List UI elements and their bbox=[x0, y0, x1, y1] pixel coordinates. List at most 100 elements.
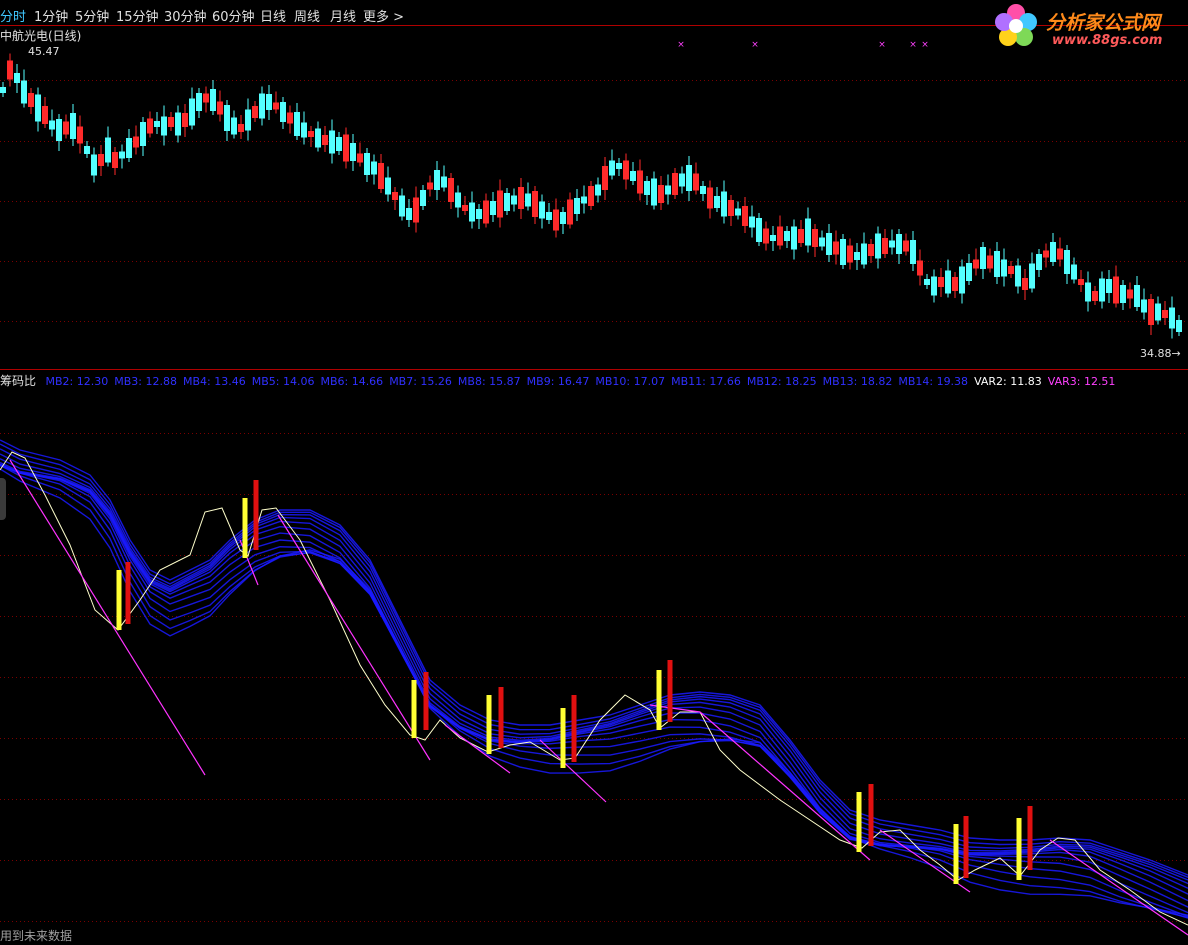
candle-body bbox=[427, 182, 433, 190]
candle-body bbox=[1113, 276, 1119, 304]
candle-body bbox=[259, 93, 265, 119]
signal-marker: × bbox=[909, 40, 917, 50]
candle-body bbox=[602, 166, 608, 190]
candle-body bbox=[1064, 250, 1070, 274]
signal-marker: × bbox=[878, 40, 886, 50]
candle-body bbox=[70, 113, 76, 139]
candle-body bbox=[798, 229, 804, 243]
tab-30min[interactable]: 30分钟 bbox=[164, 6, 207, 25]
candle-body bbox=[154, 121, 160, 127]
candle-body bbox=[882, 238, 888, 254]
candle-body bbox=[140, 122, 146, 146]
ribbon-line bbox=[0, 461, 1188, 895]
candle-body bbox=[287, 112, 293, 124]
candle-body bbox=[266, 94, 272, 110]
candle-body bbox=[973, 259, 979, 269]
tab-60min[interactable]: 60分钟 bbox=[212, 6, 255, 25]
candle-body bbox=[1099, 278, 1105, 302]
candle-body bbox=[1092, 291, 1098, 301]
candle-body bbox=[805, 218, 811, 246]
candle-body bbox=[595, 184, 601, 196]
candle-body bbox=[616, 163, 622, 169]
candle-body bbox=[406, 208, 412, 220]
candle-body bbox=[903, 240, 909, 252]
candle-body bbox=[483, 200, 489, 224]
candle-body bbox=[581, 196, 587, 204]
candle-body bbox=[273, 102, 279, 110]
tab-1min[interactable]: 1分钟 bbox=[34, 6, 68, 25]
candle-body bbox=[938, 277, 944, 287]
ribbon-line bbox=[0, 443, 1188, 878]
ribbon-line bbox=[0, 458, 1188, 889]
candle-body bbox=[378, 163, 384, 189]
candle-body bbox=[861, 243, 867, 265]
indicator-values: MB2: 12.30 MB3: 12.88 MB4: 13.46 MB5: 14.06… bbox=[46, 375, 1122, 388]
candle-body bbox=[315, 128, 321, 148]
ribbon-line bbox=[0, 448, 1188, 881]
candle-body bbox=[413, 197, 419, 223]
signal-marker: × bbox=[751, 40, 759, 50]
candle-body bbox=[700, 186, 706, 194]
tab-daily[interactable]: 日线 bbox=[260, 6, 286, 25]
candle-body bbox=[112, 152, 118, 168]
candle-body bbox=[49, 120, 55, 130]
candle-body bbox=[637, 170, 643, 194]
tab-more[interactable]: 更多 > bbox=[363, 6, 404, 25]
candle-body bbox=[567, 199, 573, 225]
candle-body bbox=[385, 177, 391, 195]
legend-item: MB3: 12.88 bbox=[114, 375, 177, 388]
candle-body bbox=[329, 130, 335, 154]
legend-item: MB12: 18.25 bbox=[746, 375, 817, 388]
candle-body bbox=[854, 252, 860, 260]
candle-body bbox=[210, 89, 216, 111]
candle-body bbox=[987, 255, 993, 269]
candle-body bbox=[707, 187, 713, 209]
legend-item: MB10: 17.07 bbox=[595, 375, 666, 388]
candle-body bbox=[147, 118, 153, 134]
candle-body bbox=[203, 93, 209, 103]
candle-body bbox=[819, 237, 825, 247]
candle-body bbox=[399, 195, 405, 217]
candle-body bbox=[924, 279, 930, 285]
candle-body bbox=[357, 153, 363, 163]
candle-body bbox=[322, 135, 328, 145]
candle-body bbox=[434, 170, 440, 190]
candle-body bbox=[1029, 263, 1035, 289]
candle-body bbox=[1071, 264, 1077, 280]
candle-body bbox=[1134, 285, 1140, 307]
candle-body bbox=[14, 73, 20, 83]
ribbon-line bbox=[0, 465, 1188, 908]
tab-monthly[interactable]: 月线 bbox=[330, 6, 356, 25]
candle-body bbox=[644, 181, 650, 195]
candle-body bbox=[553, 209, 559, 231]
tab-15min[interactable]: 15分钟 bbox=[116, 6, 159, 25]
tab-5min[interactable]: 5分钟 bbox=[75, 6, 109, 25]
candle-body bbox=[63, 121, 69, 135]
candle-body bbox=[497, 190, 503, 218]
tab-intraday[interactable]: 分时 bbox=[0, 6, 26, 25]
candle-body bbox=[161, 116, 167, 136]
candle-body bbox=[21, 80, 27, 104]
candle-body bbox=[84, 146, 90, 154]
main-pane-title: 中航光电(日线) bbox=[0, 29, 82, 43]
candle-body bbox=[735, 208, 741, 216]
candle-body bbox=[777, 226, 783, 246]
candle-body bbox=[217, 101, 223, 115]
candle-body bbox=[238, 124, 244, 132]
legend-item: MB7: 15.26 bbox=[389, 375, 452, 388]
pane-drag-handle[interactable] bbox=[0, 478, 6, 520]
flower-logo-icon bbox=[995, 4, 1037, 46]
candle-body bbox=[231, 117, 237, 135]
candle-body bbox=[189, 98, 195, 126]
legend-item: VAR3: 12.51 bbox=[1047, 375, 1116, 388]
candle-body bbox=[875, 233, 881, 259]
candle-body bbox=[560, 212, 566, 224]
candle-body bbox=[588, 186, 594, 206]
candle-body bbox=[917, 260, 923, 276]
tab-weekly[interactable]: 周线 bbox=[294, 6, 320, 25]
candle-body bbox=[546, 212, 552, 220]
candle-body bbox=[168, 117, 174, 127]
candle-body bbox=[1127, 289, 1133, 299]
candle-body bbox=[1036, 254, 1042, 270]
ribbon-line bbox=[0, 464, 1188, 914]
